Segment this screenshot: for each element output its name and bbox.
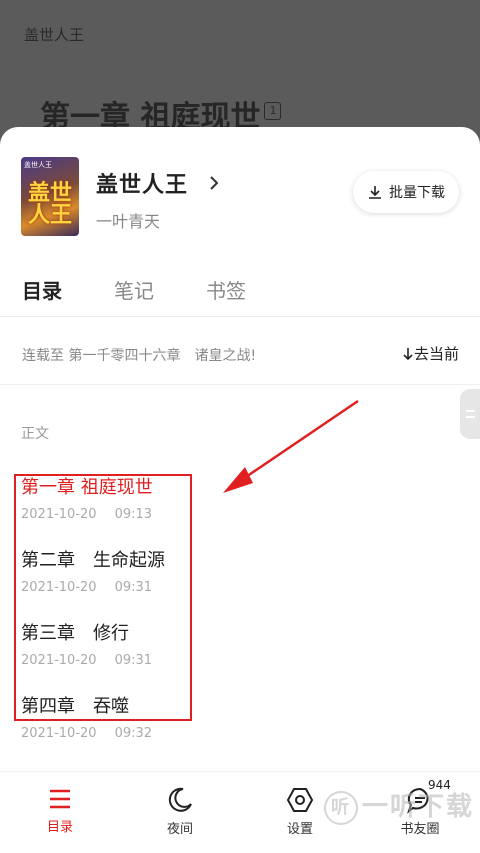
tab-notes[interactable]: 笔记 [114,275,154,304]
chapter-meta: 2021-10-20 09:32 [21,726,321,741]
nav-label: 目录 [46,820,73,835]
book-author: 一叶青天 [96,212,161,231]
tab-catalog[interactable]: 目录 [22,275,62,304]
goto-current-label: 去当前 [413,345,459,363]
chevron-right-icon [204,173,224,193]
annotation-arrow-icon [223,399,359,493]
tab-bookmarks[interactable]: 书签 [206,275,246,304]
menu-icon [50,789,70,809]
annotation-highlight-box [14,474,192,721]
settings-icon [286,788,314,812]
chapter-time: 09:32 [114,726,153,741]
download-icon [369,186,381,199]
book-title: 盖世人王 [96,173,189,198]
nav-label: 夜间 [166,822,193,837]
arrow-down-icon [403,347,413,360]
cover-title-text: 盖世人王 [27,181,72,228]
book-header: 盖世人王 盖世人王 盖世人王 一叶青天 批量下载 [0,127,480,247]
serial-status-row: 连载至 第一千零四十六章 诸皇之战! 去当前 [0,325,480,385]
book-cover[interactable]: 盖世人王 盖世人王 [21,157,79,236]
cover-top-text: 盖世人王 [24,161,52,169]
reader-chapter-badge: 1 [264,102,282,120]
serial-status-text: 连载至 第一千零四十六章 诸皇之战! [22,348,257,364]
moon-icon [168,787,192,812]
watermark: 听一听下载 [324,786,474,825]
reader-book-name: 盖世人王 [24,26,85,44]
batch-download-label: 批量下载 [389,185,445,201]
book-title-link[interactable]: 盖世人王 [96,167,224,199]
catalog-tabs: 目录 笔记 书签 [0,257,480,317]
scroll-handle[interactable] [460,389,480,439]
nav-night-mode[interactable]: 夜间 [140,786,220,837]
chapter-date: 2021-10-20 [21,726,97,741]
nav-catalog[interactable]: 目录 [20,786,100,835]
watermark-icon: 听 [324,790,358,825]
batch-download-button[interactable]: 批量下载 [353,171,459,213]
goto-current-button[interactable]: 去当前 [402,343,459,364]
catalog-sheet: 盖世人王 盖世人王 盖世人王 一叶青天 批量下载 目录 笔记 书签 连载至 第一… [0,127,480,853]
watermark-text: 一听下载 [362,792,475,822]
section-label: 正文 [21,426,49,442]
